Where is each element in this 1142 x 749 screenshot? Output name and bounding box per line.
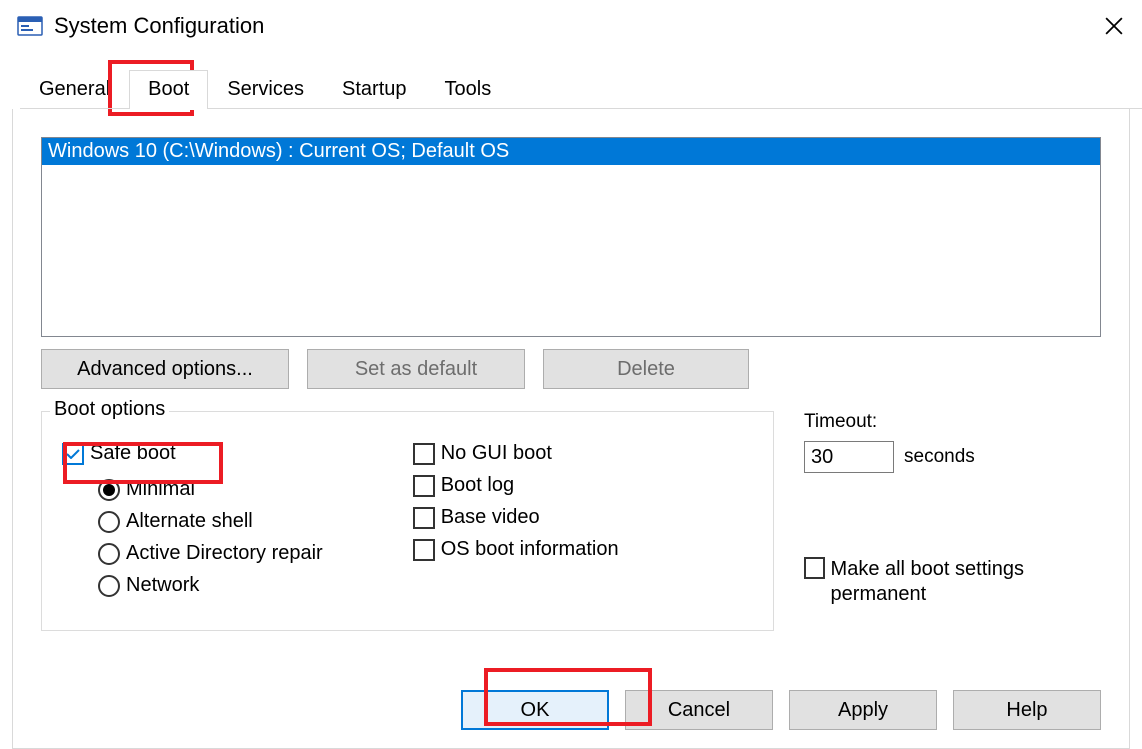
advanced-options-button[interactable]: Advanced options... bbox=[41, 349, 289, 389]
app-icon bbox=[16, 14, 44, 38]
timeout-input[interactable] bbox=[804, 441, 894, 473]
help-button[interactable]: Help bbox=[953, 690, 1101, 730]
ok-button[interactable]: OK bbox=[461, 690, 609, 730]
boot-options-group: Boot options Safe boot bbox=[41, 411, 774, 631]
base-video-checkbox[interactable]: Base video bbox=[413, 506, 619, 529]
boot-options-col-right: No GUI boot Boot log Base video OS boot … bbox=[413, 442, 619, 597]
tab-general[interactable]: General bbox=[20, 70, 129, 109]
os-list-entry[interactable]: Windows 10 (C:\Windows) : Current OS; De… bbox=[42, 138, 1100, 165]
tab-strip: General Boot Services Startup Tools bbox=[20, 70, 1142, 109]
titlebar: System Configuration bbox=[0, 0, 1142, 52]
radio-minimal[interactable]: Minimal bbox=[98, 478, 323, 501]
os-boot-info-label: OS boot information bbox=[441, 538, 619, 561]
timeout-section: Timeout: seconds Make all boot settings … bbox=[804, 411, 1101, 631]
no-gui-boot-label: No GUI boot bbox=[441, 442, 552, 465]
lower-section: Boot options Safe boot bbox=[41, 411, 1101, 631]
no-gui-boot-checkbox[interactable]: No GUI boot bbox=[413, 442, 619, 465]
make-permanent-checkbox[interactable]: Make all boot settings permanent bbox=[804, 557, 1101, 607]
radio-alternate-shell-label: Alternate shell bbox=[126, 510, 253, 533]
tab-tools[interactable]: Tools bbox=[426, 70, 511, 109]
tab-services[interactable]: Services bbox=[208, 70, 323, 109]
radio-ad-repair[interactable]: Active Directory repair bbox=[98, 542, 323, 565]
tab-startup[interactable]: Startup bbox=[323, 70, 425, 109]
cancel-button[interactable]: Cancel bbox=[625, 690, 773, 730]
boot-options-legend: Boot options bbox=[50, 398, 169, 421]
make-permanent-label: Make all boot settings permanent bbox=[831, 557, 1101, 607]
boot-options-col-left: Safe boot Minimal Alternate shell bbox=[62, 442, 323, 597]
apply-button[interactable]: Apply bbox=[789, 690, 937, 730]
safe-boot-modes: Minimal Alternate shell Active Directory… bbox=[98, 478, 323, 597]
radio-ad-repair-label: Active Directory repair bbox=[126, 542, 323, 565]
radio-network[interactable]: Network bbox=[98, 574, 323, 597]
tab-page-boot: Windows 10 (C:\Windows) : Current OS; De… bbox=[12, 109, 1130, 749]
timeout-label: Timeout: bbox=[804, 411, 1101, 433]
base-video-label: Base video bbox=[441, 506, 540, 529]
tab-boot[interactable]: Boot bbox=[129, 70, 208, 109]
radio-minimal-label: Minimal bbox=[126, 478, 195, 501]
timeout-unit: seconds bbox=[904, 446, 975, 468]
set-default-button: Set as default bbox=[307, 349, 525, 389]
boot-log-label: Boot log bbox=[441, 474, 514, 497]
os-boot-info-checkbox[interactable]: OS boot information bbox=[413, 538, 619, 561]
safe-boot-checkbox[interactable]: Safe boot bbox=[62, 442, 323, 465]
close-button[interactable] bbox=[1086, 0, 1142, 52]
os-list[interactable]: Windows 10 (C:\Windows) : Current OS; De… bbox=[41, 137, 1101, 337]
list-button-row: Advanced options... Set as default Delet… bbox=[41, 349, 1101, 389]
dialog-button-row: OK Cancel Apply Help bbox=[461, 690, 1101, 730]
boot-log-checkbox[interactable]: Boot log bbox=[413, 474, 619, 497]
close-icon bbox=[1105, 17, 1123, 35]
radio-alternate-shell[interactable]: Alternate shell bbox=[98, 510, 323, 533]
delete-button: Delete bbox=[543, 349, 749, 389]
check-icon bbox=[66, 449, 80, 459]
radio-network-label: Network bbox=[126, 574, 199, 597]
safe-boot-label: Safe boot bbox=[90, 442, 176, 465]
window-title: System Configuration bbox=[54, 13, 1086, 39]
